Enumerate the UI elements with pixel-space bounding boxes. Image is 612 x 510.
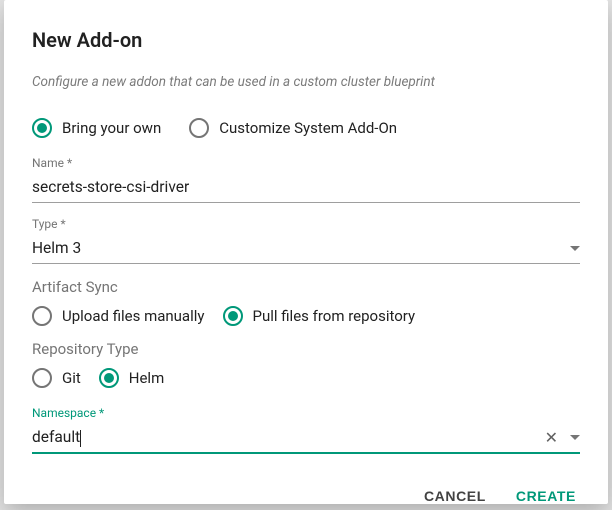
artifact-sync-label: Artifact Sync (32, 278, 580, 296)
namespace-combobox[interactable]: default ✕ (32, 424, 580, 454)
radio-label: Customize System Add-On (219, 119, 397, 137)
artifact-sync-group: Upload files manually Pull files from re… (32, 306, 580, 326)
text-cursor (80, 430, 81, 447)
radio-helm[interactable]: Helm (99, 368, 164, 388)
radio-icon (99, 368, 119, 388)
type-select[interactable]: Helm 3 (32, 235, 580, 264)
chevron-down-icon[interactable] (570, 435, 580, 440)
modal-actions: CANCEL CREATE (32, 468, 580, 510)
repo-type-group: Git Helm (32, 368, 580, 388)
radio-label: Bring your own (62, 119, 161, 137)
radio-icon (223, 306, 243, 326)
radio-label: Pull files from repository (253, 307, 416, 325)
create-button[interactable]: CREATE (512, 482, 580, 510)
type-value: Helm 3 (32, 239, 564, 257)
name-field: Name * (32, 156, 580, 203)
namespace-field: Namespace * default ✕ (32, 406, 580, 454)
addon-kind-group: Bring your own Customize System Add-On (32, 118, 580, 138)
radio-icon (32, 368, 52, 388)
radio-label: Helm (129, 369, 164, 387)
radio-label: Git (62, 369, 81, 387)
repo-type-label: Repository Type (32, 340, 580, 358)
radio-bring-your-own[interactable]: Bring your own (32, 118, 161, 138)
radio-pull-from-repo[interactable]: Pull files from repository (223, 306, 416, 326)
type-field: Type * Helm 3 (32, 217, 580, 264)
modal-title: New Add-on (32, 28, 580, 52)
radio-customize-system-addon[interactable]: Customize System Add-On (189, 118, 397, 138)
radio-icon (32, 118, 52, 138)
namespace-label: Namespace * (32, 406, 580, 420)
chevron-down-icon (570, 246, 580, 251)
radio-icon (189, 118, 209, 138)
radio-git[interactable]: Git (32, 368, 81, 388)
type-label: Type * (32, 217, 580, 231)
namespace-text: default (32, 428, 80, 446)
clear-icon[interactable]: ✕ (539, 428, 564, 447)
radio-upload-manually[interactable]: Upload files manually (32, 306, 205, 326)
cancel-button[interactable]: CANCEL (420, 482, 490, 510)
modal-subtitle: Configure a new addon that can be used i… (32, 74, 580, 90)
radio-icon (32, 306, 52, 326)
radio-label: Upload files manually (62, 307, 205, 325)
name-input[interactable] (32, 174, 580, 203)
name-label: Name * (32, 156, 580, 170)
namespace-value: default (32, 428, 539, 446)
new-addon-modal: New Add-on Configure a new addon that ca… (4, 0, 608, 504)
